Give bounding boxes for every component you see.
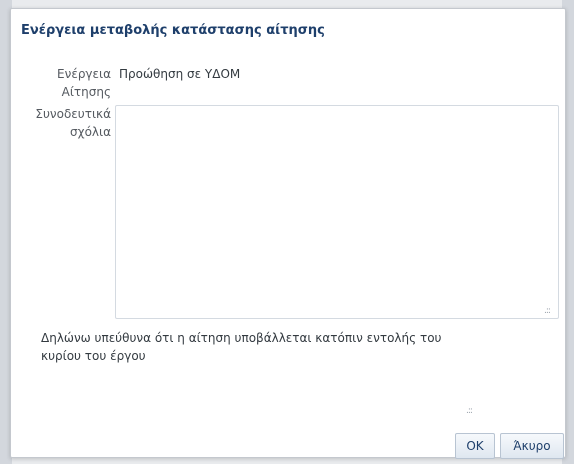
textarea-resize-grip-icon[interactable]: .:: xyxy=(544,307,551,316)
declaration-line1: Δηλώνω υπεύθυνα ότι η αίτηση υποβάλλεται… xyxy=(41,331,442,345)
action-value: Προώθηση σε ΥΔΟΜ xyxy=(119,67,241,81)
action-label-line1: Ενέργεια xyxy=(57,67,111,81)
dialog-title: Ενέργεια μεταβολής κατάστασης αίτησης xyxy=(21,23,325,38)
action-label-line2: Αίτησης xyxy=(61,85,111,99)
dialog-resize-grip-icon[interactable]: .:: xyxy=(466,407,473,416)
cancel-button[interactable]: Άκυρο xyxy=(500,433,564,459)
status-change-dialog: Ενέργεια μεταβολής κατάστασης αίτησης Εν… xyxy=(10,8,566,459)
action-label: Ενέργεια Αίτησης xyxy=(31,65,111,101)
ok-button[interactable]: OK xyxy=(455,433,495,459)
declaration-line2: κυρίου του έργου xyxy=(41,349,146,363)
comments-label: Συνοδευτικά σχόλια xyxy=(21,105,111,141)
comments-label-line1: Συνοδευτικά xyxy=(35,107,111,121)
declaration-text: Δηλώνω υπεύθυνα ότι η αίτηση υποβάλλεται… xyxy=(41,329,461,365)
comments-textarea[interactable] xyxy=(115,105,559,319)
comments-label-line2: σχόλια xyxy=(70,125,111,139)
